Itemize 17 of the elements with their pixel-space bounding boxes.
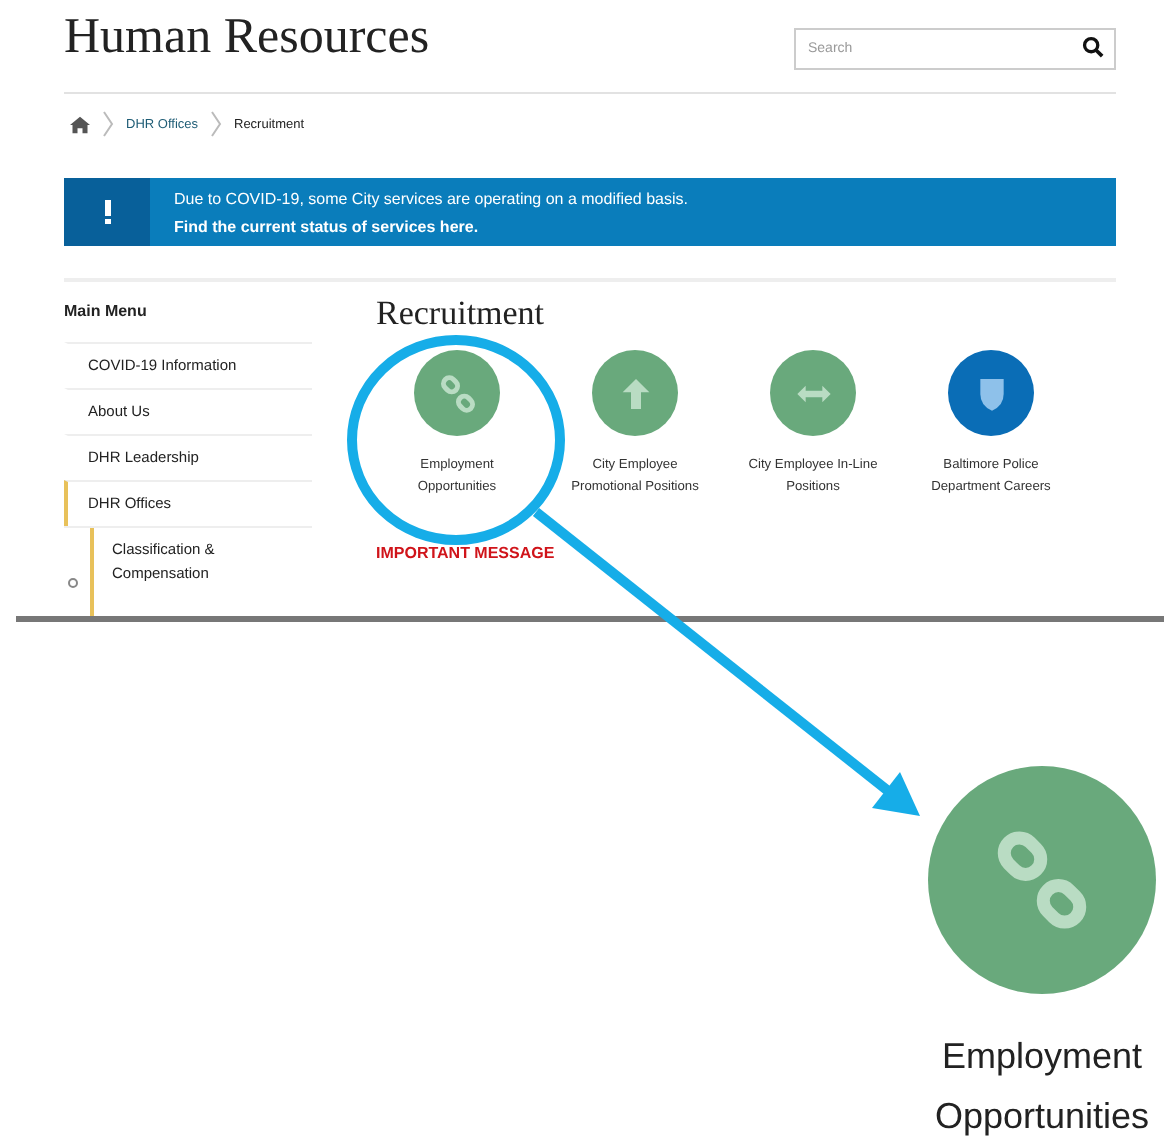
chevron-icon	[210, 110, 222, 138]
important-heading: IMPORTANT MESSAGE	[376, 544, 557, 562]
bullet-icon	[68, 577, 78, 587]
alert-icon	[64, 178, 150, 246]
alert-link[interactable]: Find the current status of services here.	[174, 214, 689, 242]
tile-icon[interactable]	[948, 350, 1034, 436]
chevron-icon	[102, 110, 114, 138]
tile-icon[interactable]	[770, 350, 856, 436]
site-title: Human Resources	[64, 12, 430, 64]
tile-icon[interactable]	[592, 350, 678, 436]
tile-label: Employment Opportunities	[934, 1034, 1150, 1140]
alert-message: Due to COVID-19, some City services are operating on a modified basis.	[174, 188, 689, 212]
page-heading: Recruitment	[376, 292, 547, 336]
search-icon[interactable]	[1082, 36, 1104, 58]
home-icon[interactable]	[70, 115, 90, 133]
tile-icon[interactable]	[414, 350, 500, 436]
menu-title: Main Menu	[64, 300, 149, 324]
